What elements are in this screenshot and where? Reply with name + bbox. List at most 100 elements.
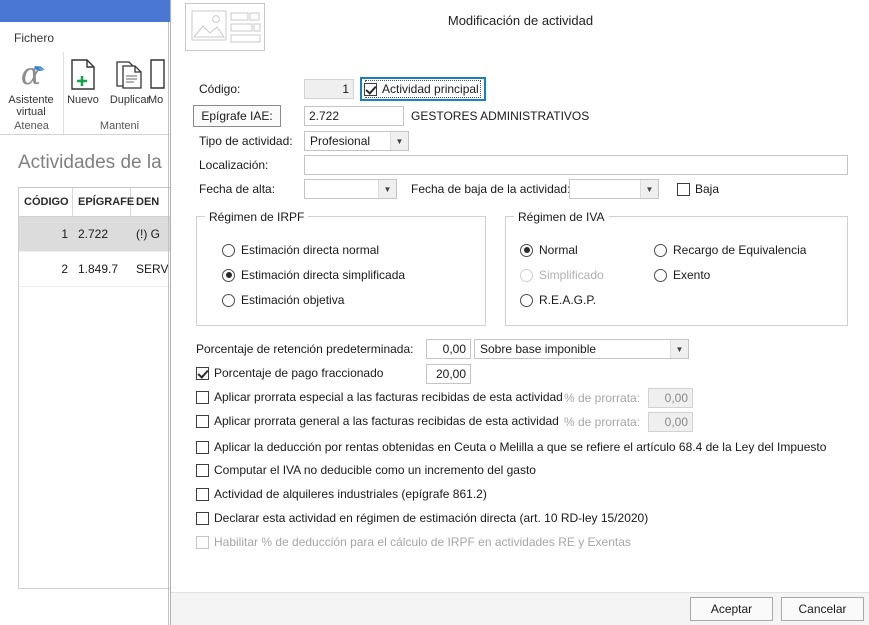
iva-no-deducible-label: Computar el IVA no deducible como un inc… <box>214 463 536 477</box>
retencion-base-select[interactable]: Sobre base imponible ▼ <box>474 339 689 359</box>
checkbox-box <box>364 82 377 96</box>
prorrata-general-pct-field: 0,00 <box>648 412 693 432</box>
alquileres-industriales-label: Actividad de alquileres industriales (ep… <box>214 487 487 501</box>
prorrata-especial-label: Aplicar prorrata especial a las facturas… <box>214 390 563 404</box>
fecha-alta-datepicker[interactable]: ▼ <box>304 179 397 199</box>
localizacion-field[interactable] <box>304 155 848 175</box>
localizacion-label: Localización: <box>199 158 269 172</box>
epigrafe-iae-button[interactable]: Epígrafe IAE: <box>193 105 281 127</box>
ceuta-melilla-label: Aplicar la deducción por rentas obtenida… <box>214 440 827 454</box>
ceuta-melilla-checkbox[interactable]: Aplicar la deducción por rentas obtenida… <box>196 440 826 454</box>
grid-header-epigrafe[interactable]: EPÍGRAFE <box>73 188 134 216</box>
radio-dot <box>520 268 533 282</box>
prorrata-especial-checkbox[interactable]: Aplicar prorrata especial a las facturas… <box>196 390 563 404</box>
chevron-down-icon[interactable]: ▼ <box>670 340 688 358</box>
habilitar-deduccion-checkbox: Habilitar % de deducción para el cálculo… <box>196 535 631 549</box>
baja-checkbox[interactable]: Baja <box>677 182 719 196</box>
cell-epigrafe: 2.722 <box>78 227 109 241</box>
tab-fichero[interactable]: Fichero <box>3 24 65 52</box>
table-row[interactable]: 2 1.849.7 SERV <box>19 252 171 287</box>
radio-dot <box>222 293 235 307</box>
grid-header-row: CÓDIGO EPÍGRAFE DEN <box>19 188 171 217</box>
checkbox-box <box>677 182 690 196</box>
grid-header-denominacion[interactable]: DEN <box>131 188 171 216</box>
radio-label: Estimación directa simplificada <box>241 268 406 282</box>
iva-no-deducible-checkbox[interactable]: Computar el IVA no deducible como un inc… <box>196 463 536 477</box>
checkbox-box <box>196 414 209 428</box>
alquileres-industriales-checkbox[interactable]: Actividad de alquileres industriales (ep… <box>196 487 487 501</box>
radio-iva-reagp[interactable]: R.E.A.G.P. <box>520 293 596 307</box>
prorrata-especial-pct-label: % de prorrata: <box>564 391 641 405</box>
chevron-down-icon[interactable]: ▼ <box>378 180 396 198</box>
pago-fraccionado-label: Porcentaje de pago fraccionado <box>214 366 384 380</box>
prorrata-general-label: Aplicar prorrata general a las facturas … <box>214 414 559 428</box>
estimacion-directa-rdley-label: Declarar esta actividad en régimen de es… <box>214 511 649 525</box>
activities-grid: CÓDIGO EPÍGRAFE DEN 1 2.722 (!) G 2 1.84… <box>18 187 172 589</box>
radio-dot <box>654 268 667 282</box>
cell-codigo: 1 <box>61 227 68 241</box>
regimen-irpf-group: Régimen de IRPF Estimación directa norma… <box>196 210 486 326</box>
radio-label: Exento <box>673 268 711 282</box>
actividad-principal-label: Actividad principal <box>382 82 479 96</box>
fecha-baja-label: Fecha de baja de la actividad: <box>411 182 571 196</box>
tipo-actividad-select[interactable]: Profesional ▼ <box>304 131 409 151</box>
radio-iva-exento[interactable]: Exento <box>654 268 710 282</box>
radio-estimacion-objetiva[interactable]: Estimación objetiva <box>222 293 344 307</box>
table-row[interactable]: 1 2.722 (!) G <box>19 217 171 252</box>
chevron-down-icon[interactable]: ▼ <box>640 180 658 198</box>
prorrata-especial-pct-field: 0,00 <box>648 388 693 408</box>
pago-fraccionado-field[interactable]: 20,00 <box>426 364 471 384</box>
cell-epigrafe: 1.849.7 <box>78 262 119 276</box>
activity-edit-dialog: Modificación de actividad Código: 1 Acti… <box>170 0 869 625</box>
tipo-actividad-value: Profesional <box>310 134 371 148</box>
checkbox-box <box>196 487 209 501</box>
chevron-down-icon[interactable]: ▼ <box>390 132 408 150</box>
radio-dot <box>520 293 533 307</box>
actividad-principal-checkbox[interactable]: Actividad principal <box>364 82 479 96</box>
ribbon-group-mantenimiento-caption: Manteni <box>99 120 140 132</box>
ribbon-button-asistente-virtual-label-2: virtual <box>16 106 46 118</box>
cell-denominacion: SERV <box>136 262 169 276</box>
dialog-button-bar: Aceptar Cancelar <box>171 592 869 625</box>
alpha-assistant-icon: α ✒ <box>20 57 47 92</box>
ribbon-button-asistente-virtual[interactable]: α ✒ Asistente virtual <box>1 56 61 119</box>
checkbox-box <box>196 390 209 404</box>
regimen-iva-group: Régimen de IVA Normal Simplificado R.E.A… <box>505 210 848 326</box>
retencion-field[interactable]: 0,00 <box>426 339 471 359</box>
cancel-button[interactable]: Cancelar <box>781 597 864 621</box>
radio-iva-simplificado: Simplificado <box>520 268 604 282</box>
radio-dot <box>520 243 533 257</box>
radio-estimacion-directa-normal[interactable]: Estimación directa normal <box>222 243 379 257</box>
prorrata-general-pct-label: % de prorrata: <box>564 415 641 429</box>
ribbon-group-atenea-caption: Atenea <box>14 120 49 132</box>
radio-label: R.E.A.G.P. <box>539 293 597 307</box>
radio-label: Recargo de Equivalencia <box>673 243 807 257</box>
ribbon-group-atenea: α ✒ Asistente virtual Atenea <box>0 52 64 134</box>
radio-label: Estimación directa normal <box>241 243 380 257</box>
radio-dot <box>222 268 235 282</box>
page-title: Actividades de la <box>18 152 162 173</box>
radio-label: Simplificado <box>539 268 604 282</box>
ribbon-button-asistente-virtual-label-1: Asistente <box>8 94 54 106</box>
dialog-header-title: Modificación de actividad <box>447 13 594 28</box>
prorrata-general-checkbox[interactable]: Aplicar prorrata general a las facturas … <box>196 414 559 428</box>
ribbon-group-mantenimiento: Nuevo Duplicar Mo Manteni <box>64 52 175 134</box>
cell-codigo: 2 <box>61 262 68 276</box>
pago-fraccionado-checkbox[interactable]: Porcentaje de pago fraccionado <box>196 366 383 380</box>
radio-estimacion-directa-simplificada[interactable]: Estimación directa simplificada <box>222 268 405 282</box>
fecha-alta-label: Fecha de alta: <box>199 182 276 196</box>
radio-iva-recargo-equivalencia[interactable]: Recargo de Equivalencia <box>654 243 806 257</box>
estimacion-directa-rdley-checkbox[interactable]: Declarar esta actividad en régimen de es… <box>196 511 648 525</box>
epigrafe-iae-field[interactable]: 2.722 <box>304 106 404 126</box>
radio-iva-normal[interactable]: Normal <box>520 243 578 257</box>
codigo-label: Código: <box>199 82 241 96</box>
radio-label: Normal <box>539 243 578 257</box>
fecha-baja-datepicker[interactable]: ▼ <box>569 179 659 199</box>
habilitar-deduccion-label: Habilitar % de deducción para el cálculo… <box>214 535 631 549</box>
accept-button[interactable]: Aceptar <box>690 597 773 621</box>
radio-dot <box>222 243 235 257</box>
epigrafe-iae-description: GESTORES ADMINISTRATIVOS <box>411 109 590 123</box>
grid-header-codigo[interactable]: CÓDIGO <box>19 188 73 216</box>
retencion-label: Porcentaje de retención predeterminada: <box>196 342 414 356</box>
retencion-base-value: Sobre base imponible <box>480 342 597 356</box>
